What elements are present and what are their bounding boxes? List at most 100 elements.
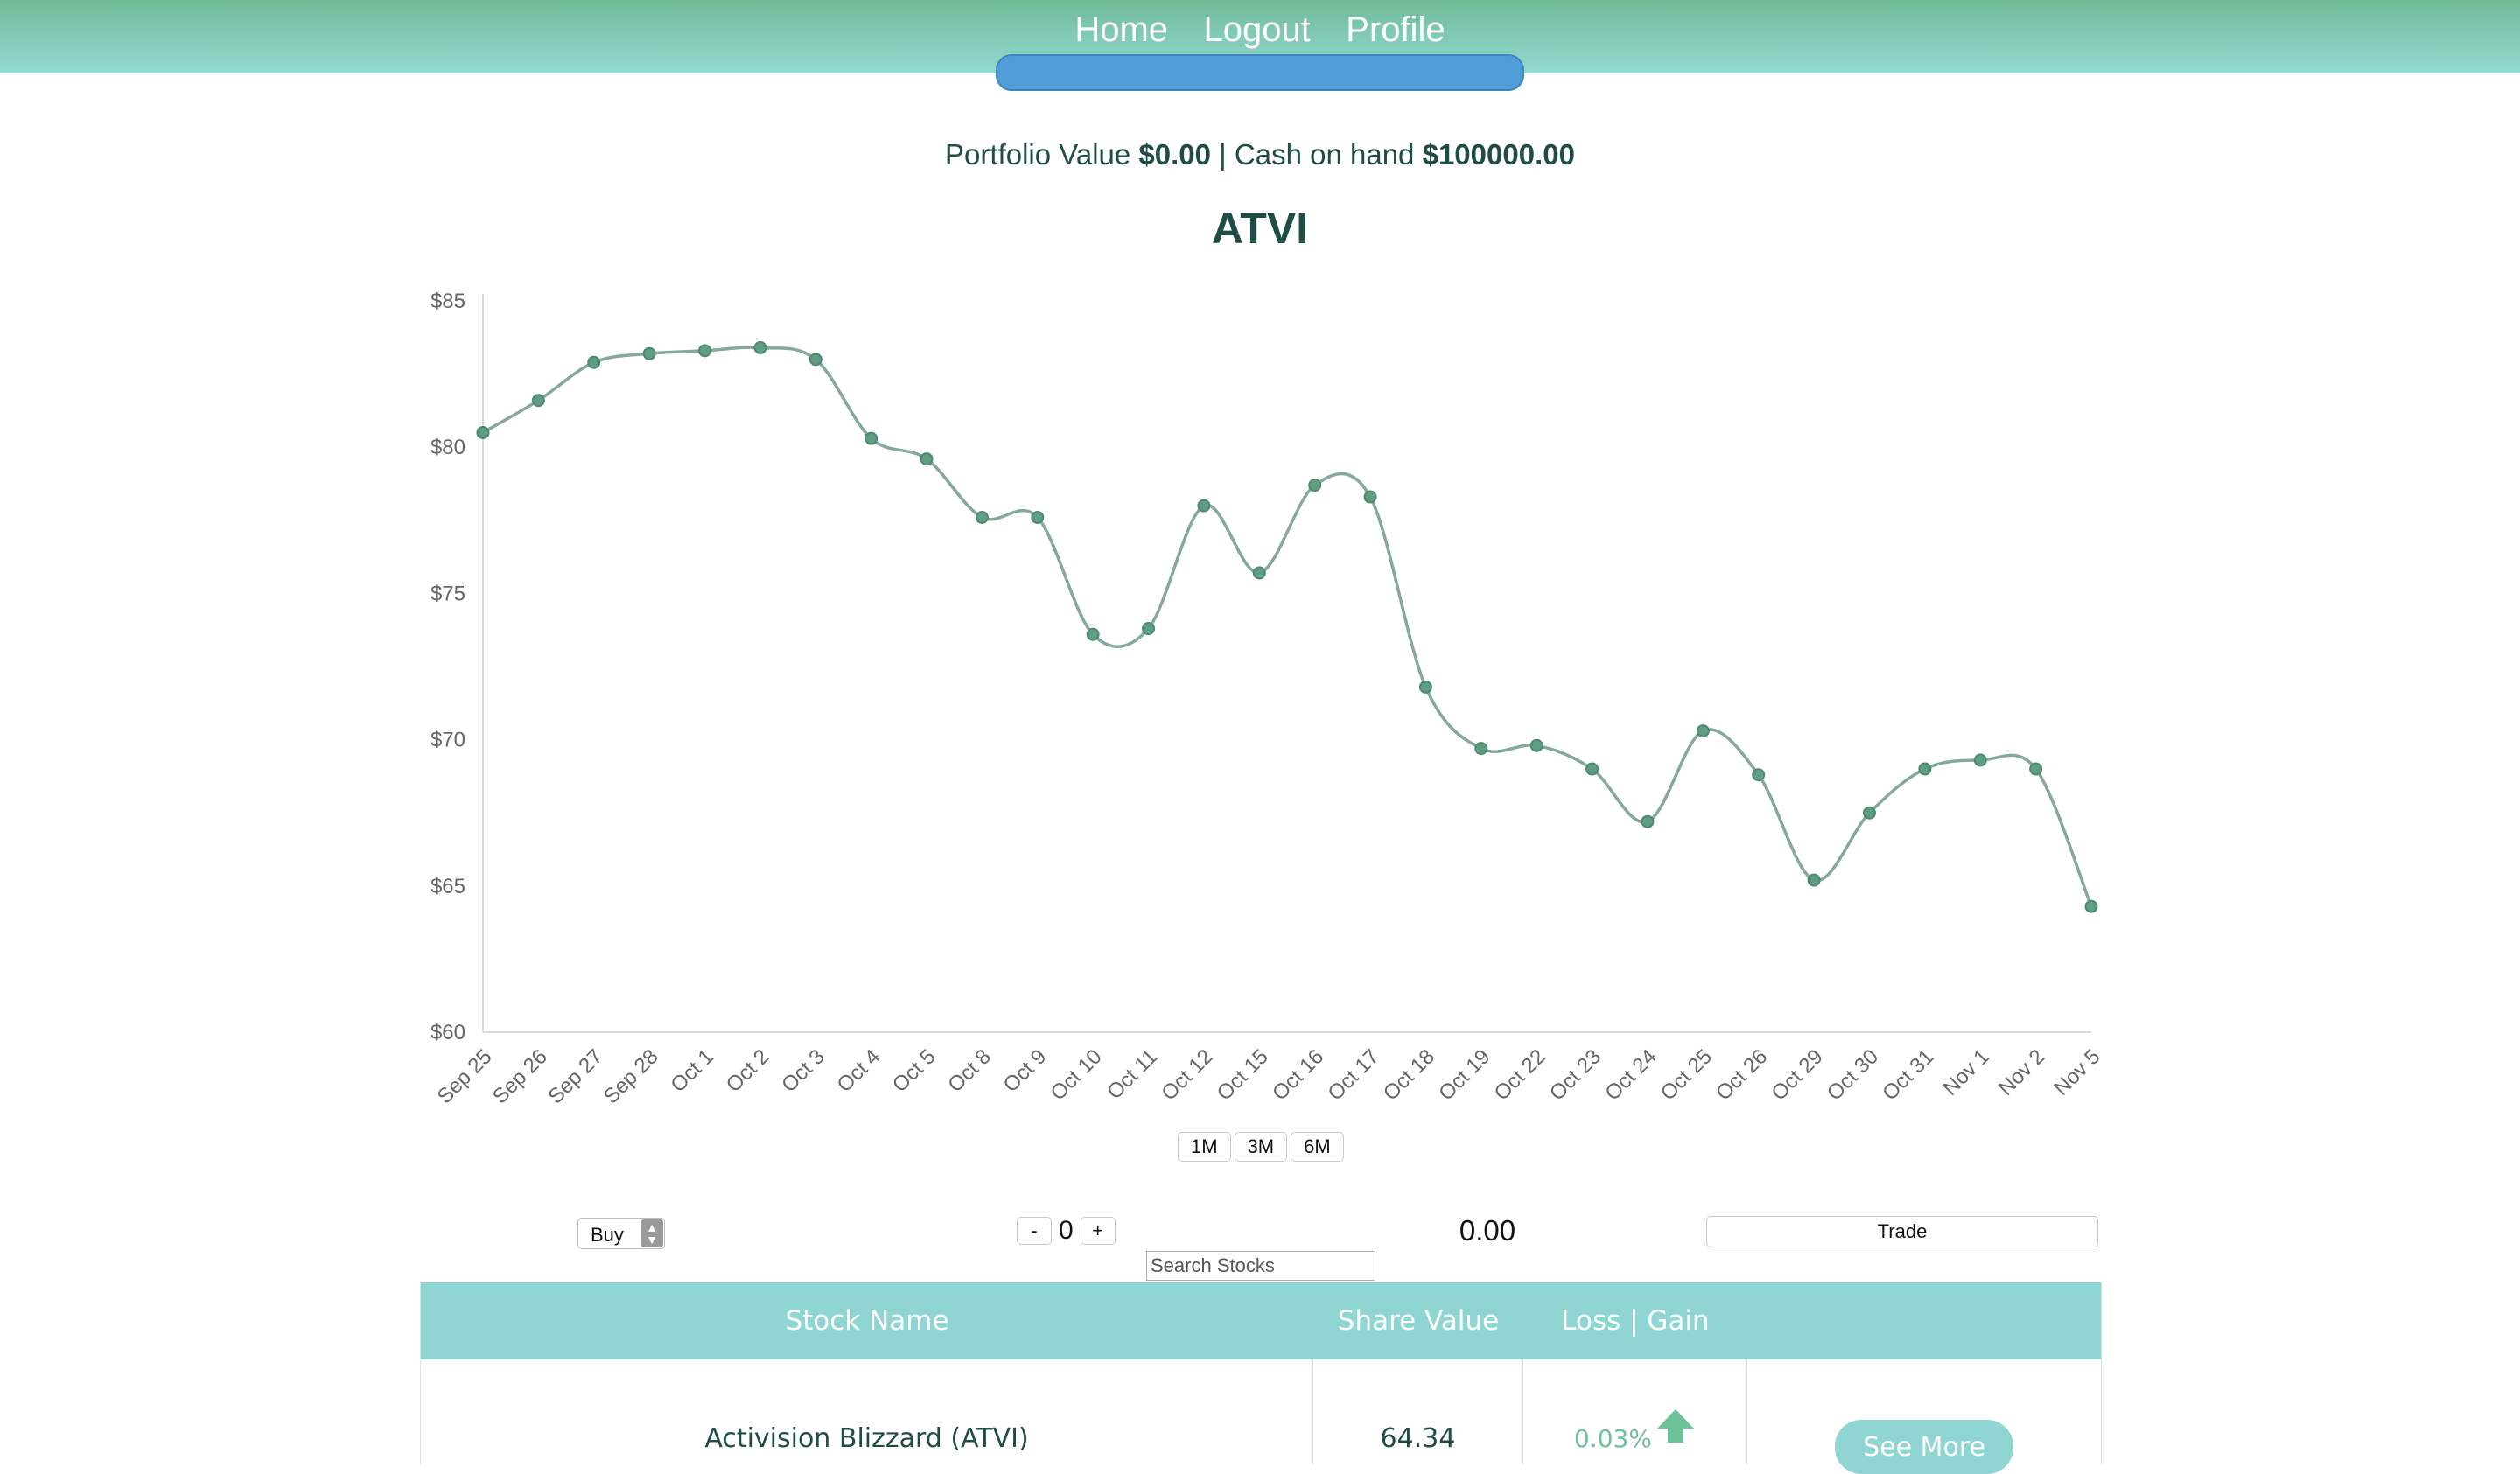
data-point (864, 431, 878, 445)
data-point (2084, 899, 2098, 913)
share-value-cell: 64.34 (1313, 1359, 1523, 1464)
data-point (587, 355, 601, 369)
x-tick-label: Oct 3 (777, 1044, 830, 1097)
chart-title: ATVI (1211, 204, 1309, 253)
data-point (476, 425, 490, 439)
search-input[interactable] (1146, 1251, 1376, 1281)
loss-gain-cell: 0.03% (1523, 1359, 1747, 1464)
change-percent: 0.03% (1574, 1423, 1652, 1453)
x-tick-label: Oct 5 (888, 1044, 941, 1097)
data-point (1807, 873, 1821, 887)
table-header: Stock Name Share Value Loss | Gain (421, 1282, 2101, 1359)
data-point (920, 452, 934, 466)
data-point (1586, 762, 1600, 776)
nav-profile-link[interactable]: Profile (1346, 10, 1445, 49)
data-point (698, 344, 712, 358)
data-point (1086, 627, 1100, 641)
x-tick-label: Nov 1 (1938, 1044, 1993, 1100)
header-share-value: Share Value (1337, 1305, 1500, 1337)
x-tick-label: Oct 10 (1046, 1044, 1107, 1105)
header-actions (1747, 1282, 2101, 1359)
x-tick-label: Sep 25 (433, 1044, 497, 1108)
x-tick-label: Oct 4 (833, 1044, 886, 1097)
y-tick-label: $60 (430, 1021, 466, 1044)
price-line-chart: $60 $65 $70 $75 $80 $85 Sep 25Sep 26Sep 27Sep … (430, 290, 2105, 1108)
range-6m-button[interactable]: 6M (1291, 1132, 1344, 1162)
x-tick-label: Oct 26 (1712, 1044, 1772, 1105)
decrement-button[interactable]: - (1017, 1217, 1052, 1245)
x-tick-label: Oct 2 (722, 1044, 774, 1097)
range-button-group: 1M 3M 6M (1178, 1132, 1344, 1162)
x-tick-label: Oct 22 (1490, 1044, 1550, 1105)
portfolio-summary: Portfolio Value $0.00 | Cash on hand $10… (0, 138, 2520, 171)
data-point (1031, 510, 1045, 524)
y-tick-label: $75 (430, 582, 466, 605)
arrow-up-icon (1656, 1409, 1694, 1443)
x-tick-label: Sep 28 (599, 1044, 663, 1108)
x-tick-label: Oct 17 (1324, 1044, 1384, 1105)
data-point (1752, 768, 1766, 782)
data-point (1641, 814, 1655, 828)
x-tick-label: Oct 8 (943, 1044, 996, 1097)
data-point (1363, 490, 1377, 504)
data-point (975, 510, 989, 524)
trade-action-value: Buy (591, 1224, 624, 1246)
summary-separator: | (1219, 138, 1227, 171)
x-tick-label: Oct 11 (1102, 1044, 1162, 1104)
x-tick-label: Oct 16 (1268, 1044, 1328, 1105)
data-point (1308, 479, 1322, 492)
quantity-stepper: - 0 + (1017, 1216, 1116, 1246)
range-1m-button[interactable]: 1M (1178, 1132, 1231, 1162)
trade-action-select[interactable]: Buy ▲ ▼ (578, 1218, 665, 1249)
x-tick-label: Nov 5 (2049, 1044, 2104, 1100)
nav-home-link[interactable]: Home (1074, 10, 1168, 49)
stock-name-cell: Activision Blizzard (ATVI) (421, 1359, 1313, 1464)
range-3m-button[interactable]: 3M (1234, 1132, 1288, 1162)
y-tick-label: $65 (430, 875, 466, 898)
x-tick-label: Oct 15 (1213, 1044, 1273, 1105)
x-tick-label: Oct 31 (1878, 1044, 1938, 1105)
data-point (1474, 742, 1488, 756)
data-point (1252, 566, 1266, 580)
header-stock-name: Stock Name (785, 1305, 949, 1337)
trade-total: 0.00 (1459, 1214, 1516, 1247)
cash-label: Cash on hand (1234, 138, 1415, 171)
x-tick-label: Oct 18 (1379, 1044, 1439, 1105)
stocks-table: Stock Name Share Value Loss | Gain Activ… (420, 1282, 2102, 1474)
data-point (1418, 680, 1432, 694)
nav-links: Home Logout Profile (0, 10, 2520, 50)
portfolio-value: $0.00 (1138, 138, 1211, 171)
x-tick-label: Oct 9 (999, 1044, 1052, 1097)
data-point (642, 346, 656, 360)
data-point (808, 353, 822, 367)
data-point (1197, 499, 1211, 513)
select-arrows-icon: ▲ ▼ (640, 1219, 663, 1247)
action-cell: See More (1747, 1359, 2101, 1474)
x-tick-label: Oct 19 (1434, 1044, 1494, 1105)
data-point (1918, 762, 1932, 776)
data-point (1696, 724, 1710, 738)
increment-button[interactable]: + (1080, 1217, 1116, 1245)
trade-button[interactable]: Trade (1706, 1216, 2098, 1247)
cash-value: $100000.00 (1422, 138, 1575, 171)
x-tick-label: Oct 30 (1823, 1044, 1883, 1105)
data-point (1973, 753, 1987, 767)
data-point (2029, 762, 2043, 776)
data-point (531, 394, 545, 408)
header-loss-gain: Loss | Gain (1561, 1305, 1710, 1337)
x-tick-label: Oct 1 (666, 1044, 718, 1097)
data-point (1530, 738, 1544, 752)
data-point (1142, 622, 1156, 636)
y-tick-label: $85 (430, 290, 466, 313)
nav-logout-link[interactable]: Logout (1203, 10, 1310, 49)
x-tick-label: Nov 2 (1994, 1044, 2049, 1100)
x-tick-label: Oct 24 (1600, 1044, 1661, 1105)
data-point (753, 341, 767, 355)
series-line (482, 346, 2093, 907)
x-tick-label: Oct 23 (1545, 1044, 1606, 1105)
nav-indicator-pill (996, 54, 1524, 91)
table-row: Activision Blizzard (ATVI) 64.34 0.03% S… (421, 1359, 2101, 1474)
data-point (1862, 806, 1876, 820)
see-more-button[interactable]: See More (1835, 1420, 2013, 1474)
x-tick-label: Oct 25 (1656, 1044, 1717, 1105)
